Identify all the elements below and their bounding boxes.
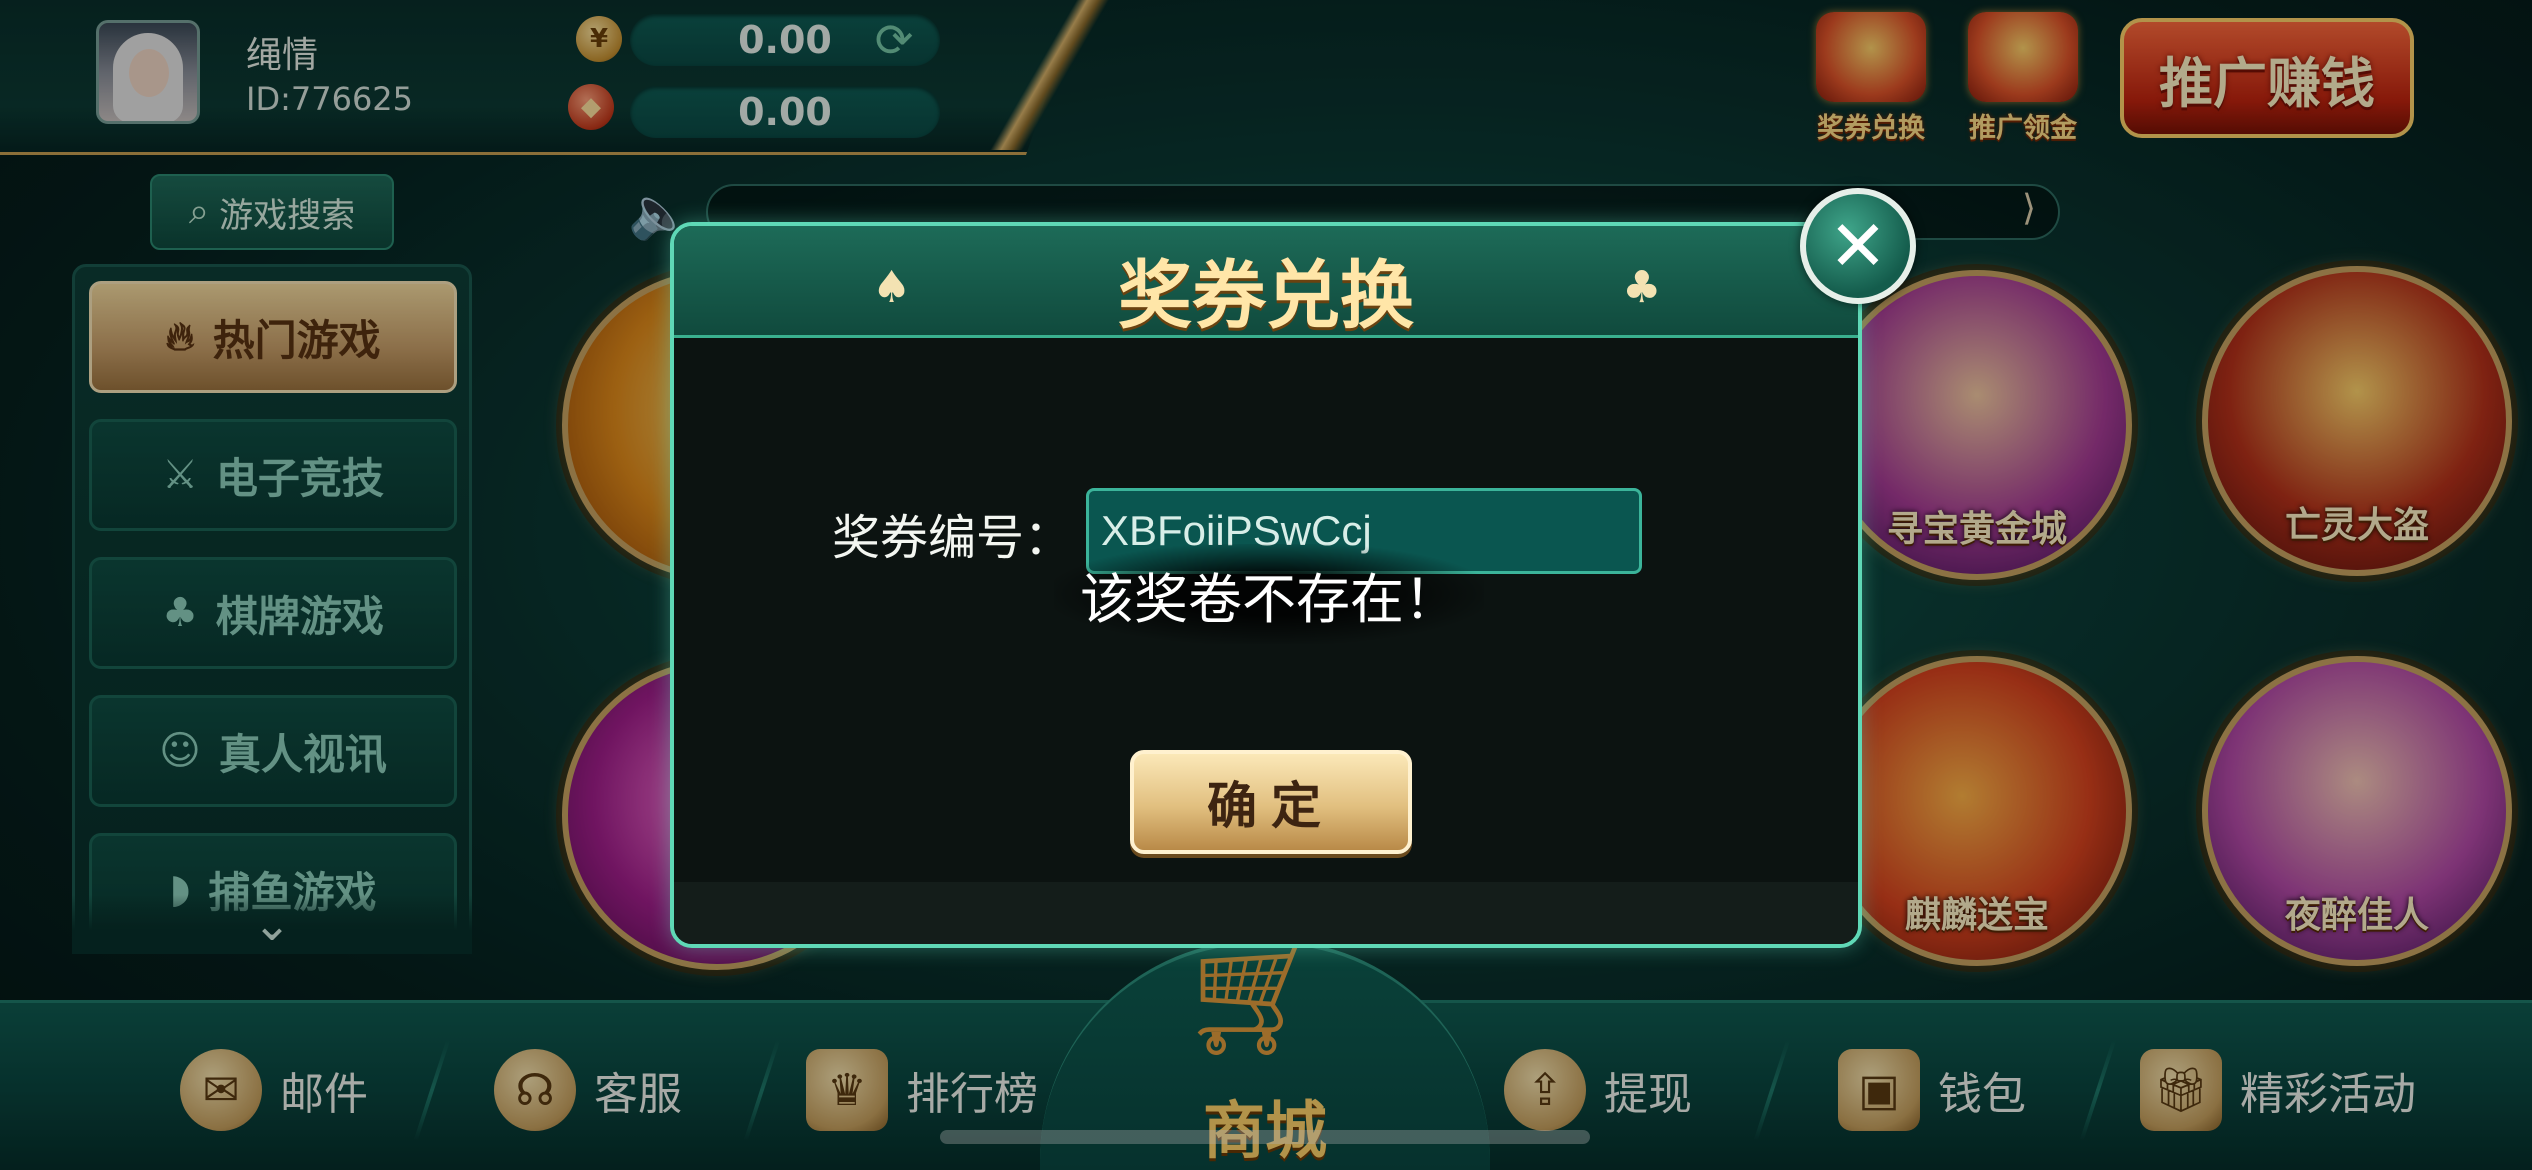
voucher-exchange-dialog: ♠ 奖券兑换 ♣ 奖券编号： 该奖卷不存在！ 确定 xyxy=(670,222,1862,948)
close-icon[interactable]: ✕ xyxy=(1800,188,1916,304)
confirm-button[interactable]: 确定 xyxy=(1130,750,1412,854)
club-icon: ♣ xyxy=(1622,262,1662,313)
voucher-number-label: 奖券编号： xyxy=(832,510,1073,566)
dialog-header: ♠ 奖券兑换 ♣ xyxy=(674,226,1858,339)
dialog-title: 奖券兑换 xyxy=(1118,253,1414,339)
dialog-footer xyxy=(674,882,1858,944)
error-toast: 该奖卷不存在！ xyxy=(1054,544,1484,644)
